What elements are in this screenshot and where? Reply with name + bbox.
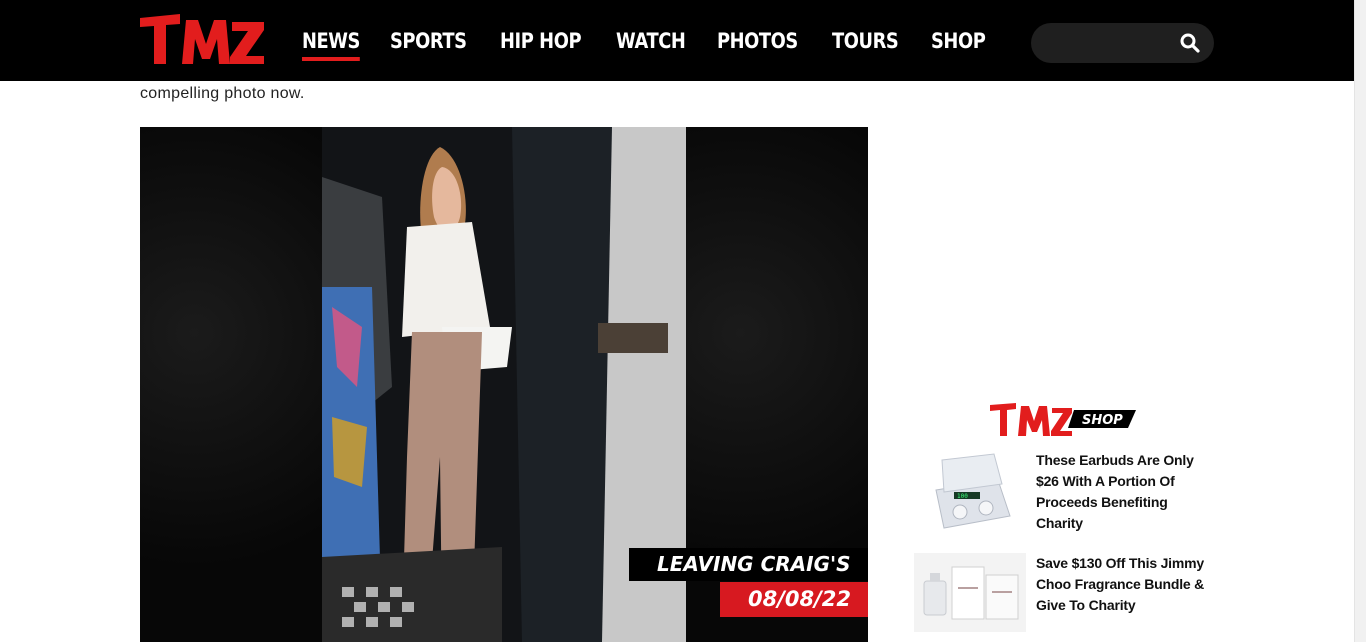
nav-hip-hop[interactable]: HIP HOP [500,26,582,56]
nav-shop[interactable]: SHOP [931,26,986,56]
top-navigation-bar: NEWS SPORTS HIP HOP WATCH PHOTOS TOURS S… [0,0,1354,81]
search-input[interactable] [1031,23,1214,63]
tmz-logo[interactable] [140,14,264,66]
earbuds-product-image: 100 [914,450,1026,534]
article-photo[interactable]: LEAVING CRAIG'S 08/08/22 [140,127,868,642]
shop-item-title[interactable]: These Earbuds Are Only $26 With A Portio… [1036,450,1214,534]
shop-item-earbuds[interactable]: 100 These Earbuds Are Only $26 With A Po… [914,450,1214,534]
nav-watch[interactable]: WATCH [616,26,686,56]
nav-news[interactable]: NEWS [302,26,360,61]
nav-sports[interactable]: SPORTS [390,26,467,56]
nav-photos[interactable]: PHOTOS [717,26,798,56]
svg-text:SHOP: SHOP [1082,413,1123,428]
search-icon[interactable] [1180,33,1200,53]
shop-item-fragrance[interactable]: Save $130 Off This Jimmy Choo Fragrance … [914,553,1214,632]
article-paragraph: compelling photo now. [140,85,305,102]
main-nav: NEWS SPORTS HIP HOP WATCH PHOTOS TOURS S… [302,26,986,61]
shop-item-title[interactable]: Save $130 Off This Jimmy Choo Fragrance … [1036,553,1214,632]
nav-tours[interactable]: TOURS [832,26,899,56]
photo-caption-leaving: LEAVING CRAIG'S [629,548,868,581]
page-scrollbar[interactable] [1354,0,1366,642]
photo-left-backdrop [140,127,322,642]
tmz-shop-logo[interactable]: SHOP [990,402,1136,438]
svg-text:100: 100 [957,493,968,500]
fragrance-product-image [914,553,1026,632]
photo-caption-date: 08/08/22 [720,582,868,617]
